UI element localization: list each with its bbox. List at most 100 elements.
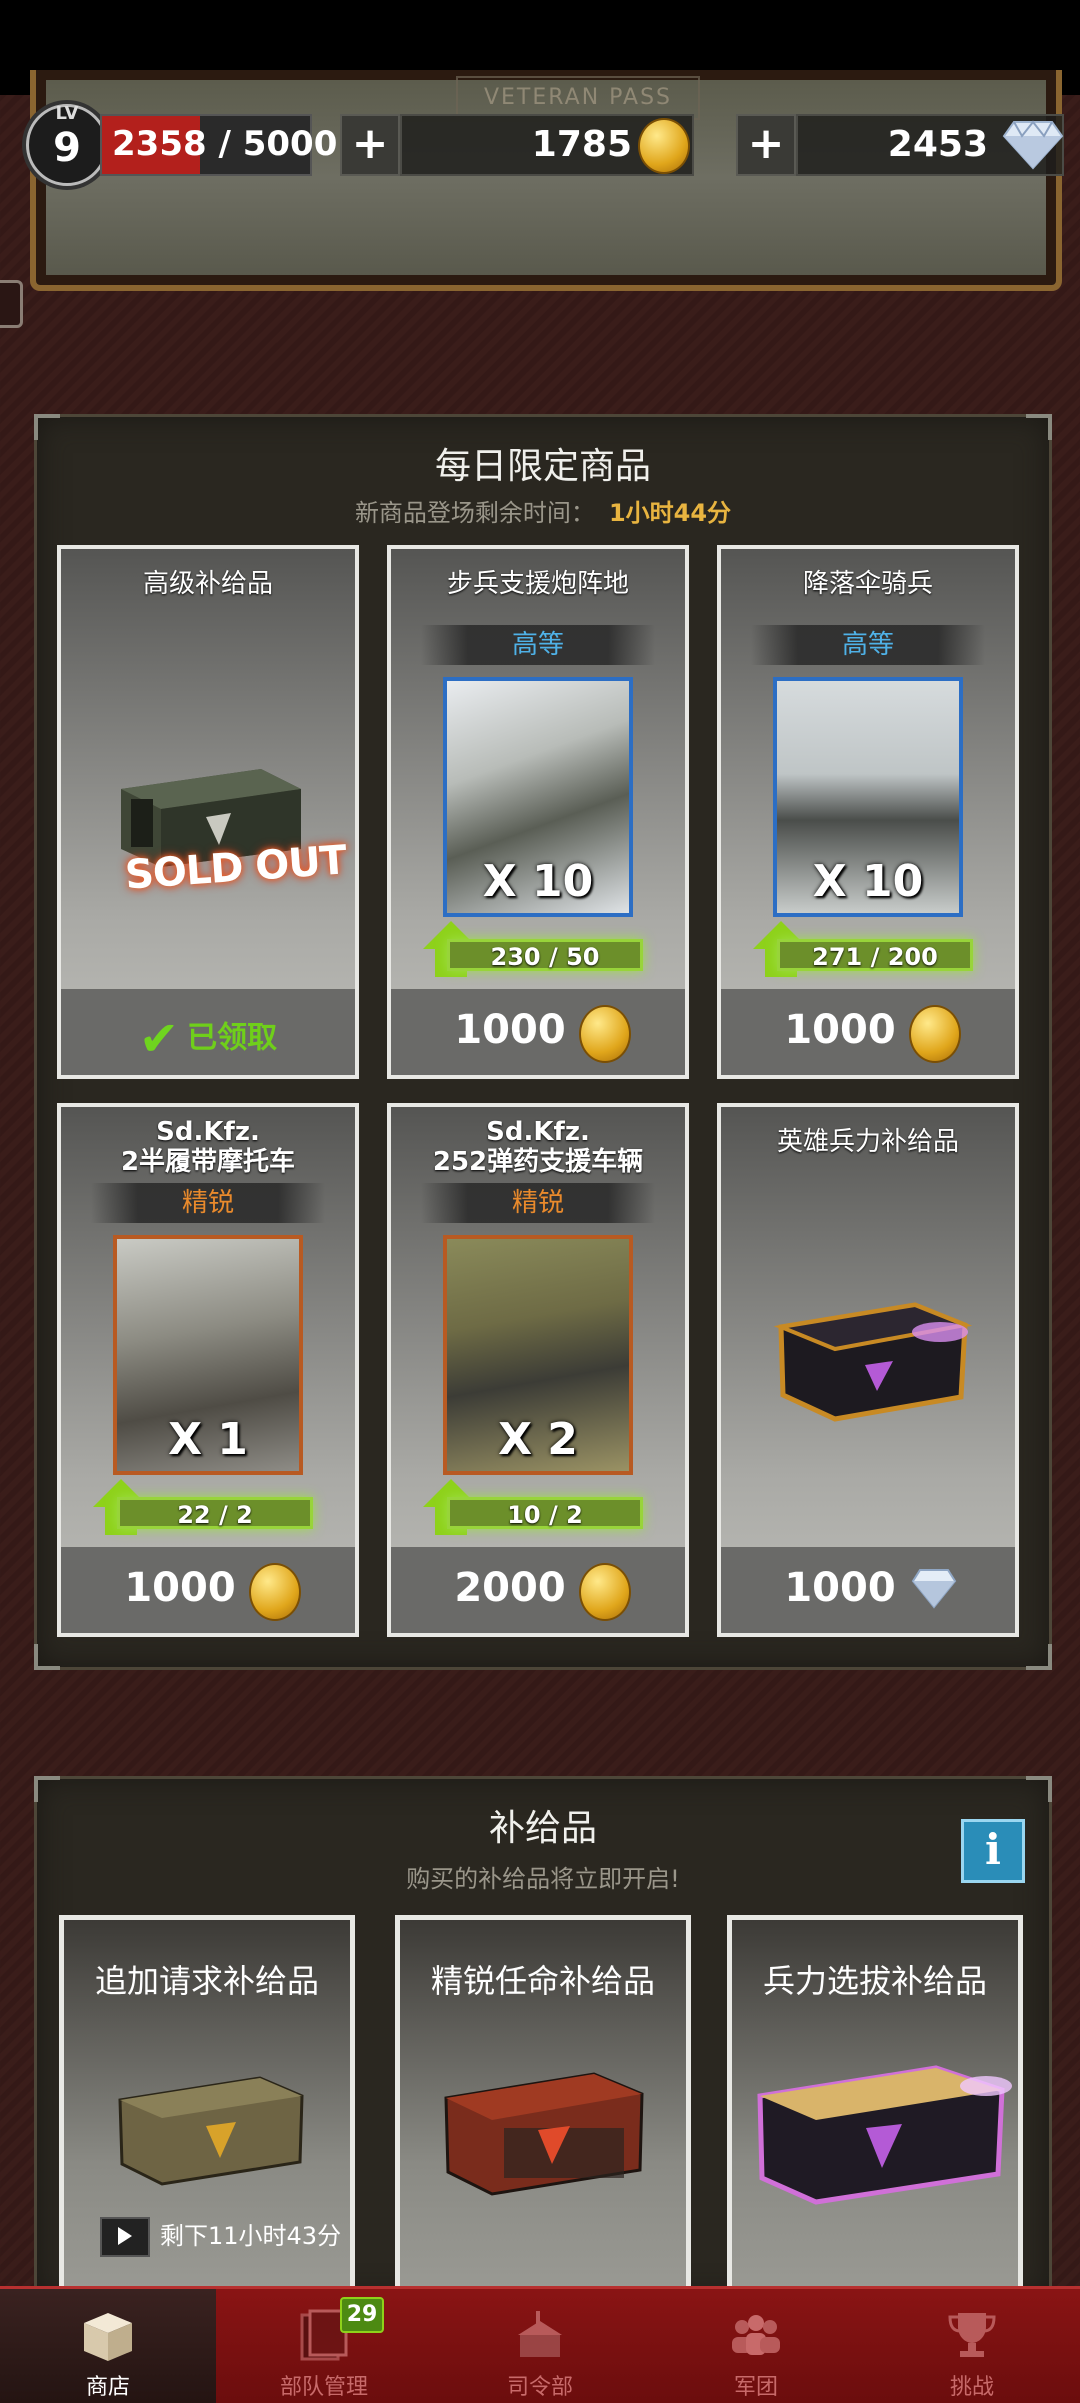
supplies-title: 补给品 [488, 1808, 597, 1849]
nav-troops[interactable]: 29 部队管理 [216, 2289, 432, 2403]
item-name: Sd.Kfz. 252弹药支援车辆 [391, 1117, 685, 1177]
nav-label: 军团 [733, 2375, 778, 2400]
supplies-subtitle: 购买的补给品将立即开启! [406, 1865, 680, 1893]
claimed-bar: ✔ 已领取 [61, 989, 355, 1075]
refresh-label: 新商品登场剩余时间： [354, 499, 595, 527]
nav-legion[interactable]: 军团 [648, 2289, 864, 2403]
nav-label: 挑战 [949, 2375, 994, 2400]
daily-item-kettenkrad[interactable]: Sd.Kfz. 2半履带摩托车 精锐 X 1 22 / 2 1000 [57, 1103, 359, 1637]
level-label: LV [55, 103, 79, 124]
gold-amount: 1785 [531, 124, 632, 165]
nav-challenge[interactable]: 挑战 [864, 2289, 1080, 2403]
timer-text: 剩下11小时43分 [160, 2222, 342, 2250]
price-value: 1000 [454, 1007, 566, 1053]
video-ad-icon [100, 2217, 150, 2257]
add-diamond-button[interactable]: + [736, 114, 796, 176]
buy-button[interactable]: 1000 [391, 989, 685, 1075]
nav-label: 部队管理 [279, 2375, 368, 2400]
item-name-line1: Sd.Kfz. [156, 1117, 260, 1147]
progress-text: 22 / 2 [177, 1501, 253, 1529]
gold-coin-icon [579, 1563, 631, 1621]
add-gold-button[interactable]: + [340, 114, 400, 176]
supply-item-troop-selection[interactable]: 兵力选拔补给品 [727, 1915, 1023, 2295]
nav-headquarters[interactable]: 司令部 [432, 2289, 648, 2403]
buy-button[interactable]: 1000 [721, 1547, 1015, 1633]
progress-text: 230 / 50 [490, 943, 600, 971]
item-card-art: X 10 [443, 677, 633, 917]
item-quantity: X 1 [168, 1414, 248, 1465]
buy-button[interactable]: 1000 [721, 989, 1015, 1075]
daily-item-infantry-gun[interactable]: 步兵支援炮阵地 高等 X 10 230 / 50 1000 [387, 545, 689, 1079]
info-button[interactable]: i [961, 1819, 1025, 1883]
troop-crate-icon [757, 2065, 1012, 2205]
gold-coin-icon [638, 118, 690, 174]
diamond-amount: 2453 [887, 124, 988, 165]
daily-deals-title: 每日限定商品 [434, 446, 651, 487]
daily-item-ammo-carrier[interactable]: Sd.Kfz. 252弹药支援车辆 精锐 X 2 10 / 2 2000 [387, 1103, 689, 1637]
refresh-timer: 新商品登场剩余时间： 1小时44分 [37, 493, 1049, 528]
item-quantity: X 10 [812, 856, 924, 907]
item-name: 英雄兵力补给品 [776, 1127, 959, 1157]
diamond-icon [1002, 120, 1064, 170]
gold-coin-icon [909, 1005, 961, 1063]
item-card-art: X 1 [113, 1235, 303, 1475]
item-name: 高级补给品 [142, 569, 273, 599]
item-name-line1: Sd.Kfz. [486, 1117, 590, 1147]
price-value: 1000 [124, 1565, 236, 1611]
daily-item-premium-supply[interactable]: 高级补给品 SOLD OUT ✔ 已领取 [57, 545, 359, 1079]
xp-bar: 2358 / 5000 [100, 114, 337, 176]
refresh-time: 1小时44分 [608, 499, 732, 527]
daily-item-hero-supply[interactable]: 英雄兵力补给品 1000 [717, 1103, 1019, 1637]
item-quantity: X 10 [482, 856, 594, 907]
item-rank: 精锐 [421, 1183, 655, 1223]
progress-text: 271 / 200 [812, 943, 938, 971]
price-value: 1000 [784, 1007, 896, 1053]
supply-item-elite-appointment[interactable]: 精锐任命补给品 [395, 1915, 691, 2295]
item-name-line2: 252弹药支援车辆 [432, 1147, 644, 1177]
price-text: 1000 [721, 1007, 1015, 1053]
supply-name: 兵力选拔补给品 [762, 1962, 987, 2000]
supply-item-extra-request[interactable]: 追加请求补给品 剩下11小时43分 [59, 1915, 355, 2295]
price-value: 1000 [784, 1565, 896, 1611]
progress-text: 10 / 2 [507, 1501, 583, 1529]
headquarters-icon [518, 2311, 562, 2357]
claimed-label: 已领取 [187, 1020, 278, 1056]
nav-label: 司令部 [506, 2375, 573, 2400]
price-text: 1000 [61, 1565, 355, 1611]
elite-crate-icon [444, 2072, 644, 2196]
supply-name: 精锐任命补给品 [430, 1962, 655, 2000]
gold-box: 1785 [400, 114, 694, 176]
price-text: 1000 [391, 1007, 685, 1053]
trophy-icon [948, 2313, 996, 2357]
item-card-art: X 10 [773, 677, 963, 917]
legion-icon [732, 2315, 780, 2355]
nav-label: 商店 [85, 2375, 130, 2400]
hero-chest-icon [773, 1302, 973, 1422]
free-timer: 剩下11小时43分 [100, 2216, 341, 2257]
shop-box-icon [84, 2313, 132, 2361]
nav-shop[interactable]: 商店 [0, 2289, 216, 2403]
side-tab[interactable] [0, 280, 23, 328]
item-name-line2: 2半履带摩托车 [120, 1147, 296, 1177]
item-card-art: X 2 [443, 1235, 633, 1475]
daily-item-paratrooper[interactable]: 降落伞骑兵 高等 X 10 271 / 200 1000 [717, 545, 1019, 1079]
gold-coin-icon [579, 1005, 631, 1063]
item-rank: 精锐 [91, 1183, 325, 1223]
xp-current: 2358 [112, 124, 207, 164]
item-rank: 高等 [421, 625, 655, 665]
price-text: 1000 [721, 1565, 1015, 1611]
bottom-navigation: 商店 29 部队管理 司令部 军团 挑战 [0, 2286, 1080, 2403]
buy-button[interactable]: 2000 [391, 1547, 685, 1633]
gold-coin-icon [249, 1563, 301, 1621]
xp-text: 2358 / 5000 [112, 124, 337, 164]
xp-max: / 5000 [218, 124, 338, 164]
item-progress: 22 / 2 [117, 1497, 313, 1529]
level-number: 9 [53, 125, 81, 171]
item-progress: 10 / 2 [447, 1497, 643, 1529]
item-name: 步兵支援炮阵地 [446, 569, 629, 599]
level-badge[interactable]: LV 9 [26, 103, 108, 186]
claimed-status: ✔ 已领取 [61, 1011, 355, 1067]
buy-button[interactable]: 1000 [61, 1547, 355, 1633]
top-resource-bar: LV 9 2358 / 5000 + 1785 + 2453 [0, 100, 1080, 190]
daily-deals-panel: 每日限定商品 新商品登场剩余时间： 1小时44分 高级补给品 SOLD OUT ✔… [34, 414, 1052, 1670]
